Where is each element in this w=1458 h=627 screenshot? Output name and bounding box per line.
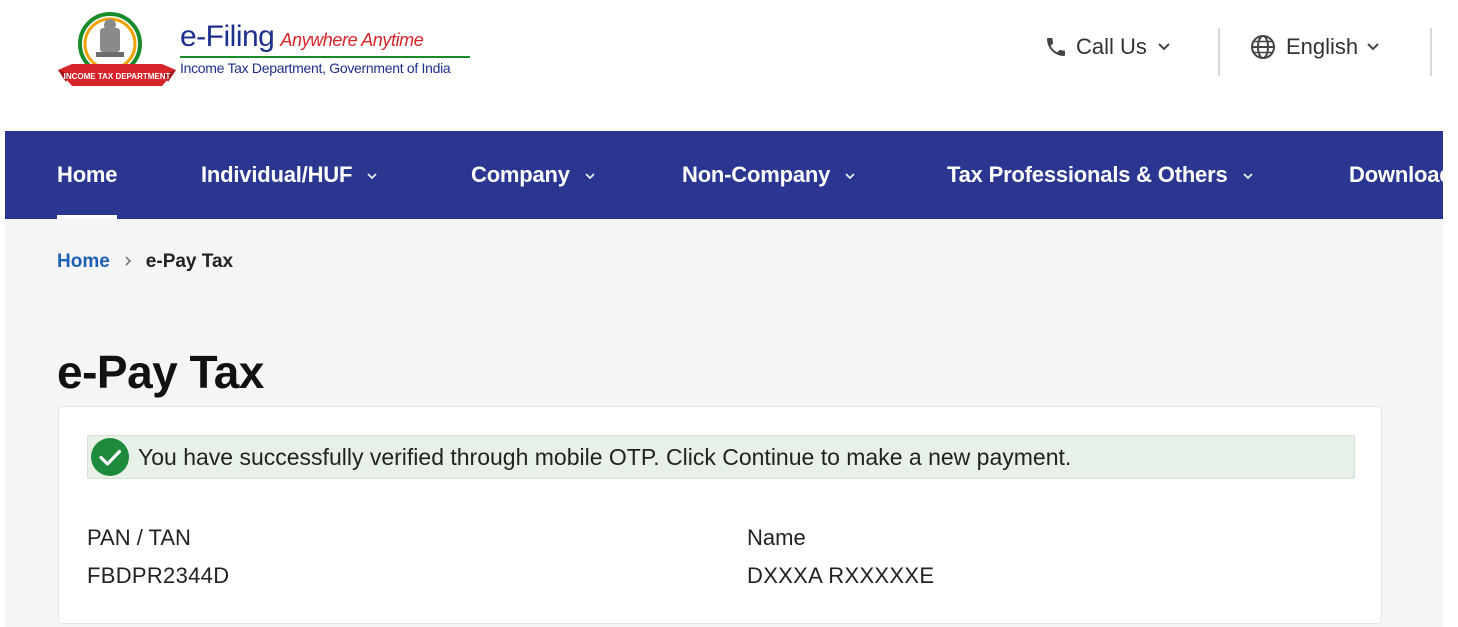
nav-item-individual-huf[interactable]: Individual/HUF [201, 131, 378, 219]
brand-tagline: Anywhere Anytime [280, 30, 424, 50]
nav-item-label: Individual/HUF [201, 162, 353, 187]
language-dropdown[interactable]: English [1250, 34, 1380, 60]
nav-item-non-company[interactable]: Non-Company [682, 131, 856, 219]
success-alert-text: You have successfully verified through m… [138, 443, 1072, 470]
success-alert: You have successfully verified through m… [87, 435, 1355, 479]
nav-item-label: Non-Company [682, 162, 831, 187]
header-divider [1218, 28, 1220, 76]
nav-item-home[interactable]: Home [57, 131, 118, 219]
brand-subtitle: Income Tax Department, Government of Ind… [180, 60, 451, 76]
brand-divider [180, 56, 470, 58]
pan-label: PAN / TAN [87, 525, 191, 550]
site-header: INCOME TAX DEPARTMENT e-Filing Anywhere … [0, 0, 1458, 131]
name-label: Name [747, 525, 806, 550]
logo-ribbon-text: INCOME TAX DEPARTMENT [64, 72, 171, 81]
chevron-down-icon [844, 167, 856, 183]
phone-icon [1044, 35, 1068, 59]
breadcrumb-home-link[interactable]: Home [57, 251, 110, 273]
nav-item-downloads[interactable]: Downloads [1349, 131, 1443, 219]
chevron-down-icon [1366, 42, 1380, 52]
chevron-down-icon [366, 167, 378, 183]
globe-icon [1250, 34, 1276, 60]
call-us-dropdown[interactable]: Call Us [1044, 34, 1171, 60]
nav-item-label: Tax Professionals & Others [947, 162, 1228, 187]
call-us-label: Call Us [1076, 34, 1147, 59]
nav-item-label: Downloads [1349, 162, 1443, 187]
page-title: e-Pay Tax [57, 346, 264, 398]
chevron-down-icon [1242, 167, 1254, 183]
language-label: English [1286, 34, 1359, 59]
chevron-down-icon [584, 167, 596, 183]
chevron-right-icon [124, 254, 132, 270]
header-divider [1430, 28, 1432, 76]
payment-card: You have successfully verified through m… [58, 406, 1382, 624]
breadcrumb: Home e-Pay Tax [57, 251, 233, 273]
emblem-logo[interactable]: INCOME TAX DEPARTMENT [56, 8, 178, 94]
main-content: Home e-Pay Tax e-Pay Tax You have succes… [5, 219, 1443, 627]
name-value: DXXXA RXXXXXE [747, 563, 935, 588]
brand-block[interactable]: e-Filing Anywhere Anytime Income Tax Dep… [180, 20, 470, 76]
pan-value: FBDPR2344D [87, 563, 230, 588]
chevron-down-icon [1157, 42, 1171, 52]
nav-item-tax-professionals[interactable]: Tax Professionals & Others [947, 131, 1254, 219]
check-circle-icon [90, 437, 130, 477]
main-nav: Home Individual/HUF Company Non-Company … [5, 131, 1443, 219]
nav-item-company[interactable]: Company [471, 131, 596, 219]
brand-name: e-Filing [180, 20, 275, 53]
breadcrumb-current: e-Pay Tax [145, 251, 234, 272]
nav-item-label: Home [57, 162, 118, 187]
nav-item-label: Company [471, 162, 570, 187]
